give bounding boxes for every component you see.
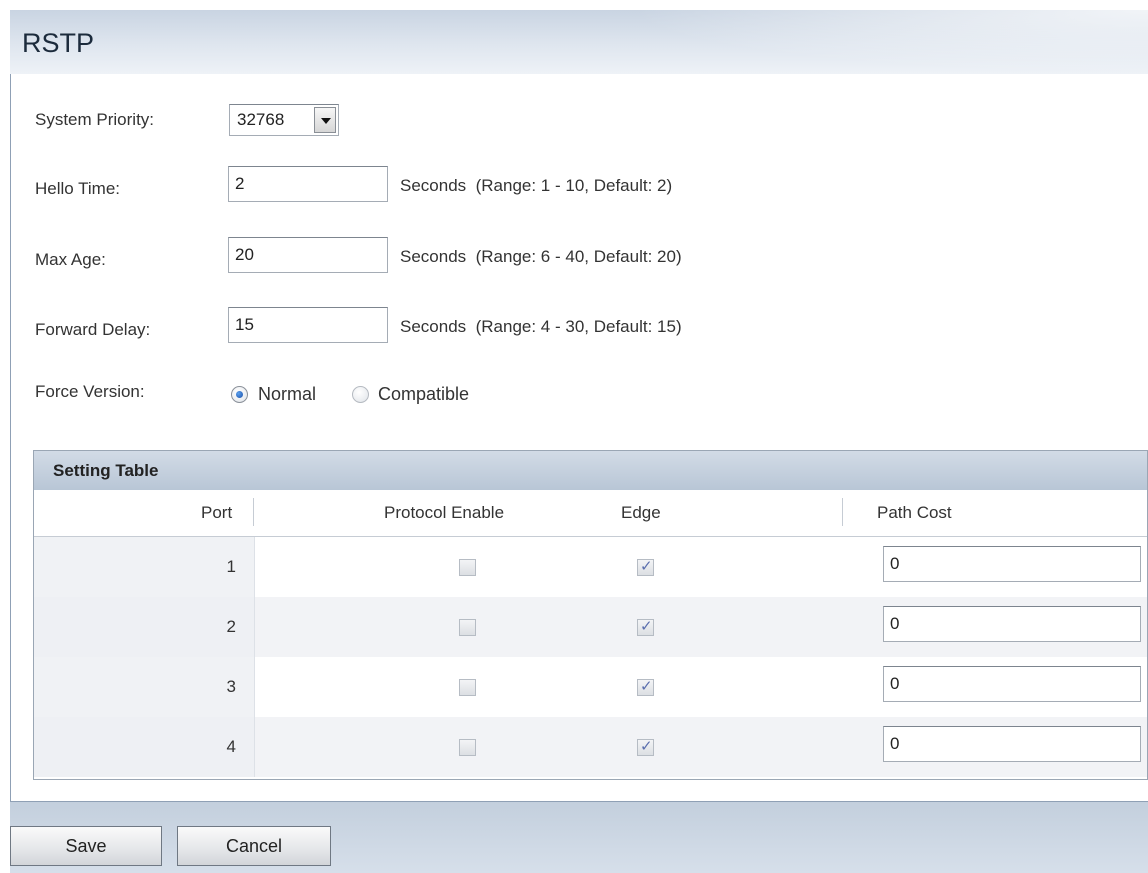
edge-checkbox[interactable] <box>637 557 654 576</box>
table-row: 2 <box>34 597 1147 657</box>
column-divider <box>842 498 843 526</box>
port-number: 1 <box>226 557 236 576</box>
forward-delay-help: Seconds (Range: 4 - 30, Default: 15) <box>400 317 682 336</box>
column-header-port: Port <box>201 503 233 522</box>
protocol-enable-checkbox[interactable] <box>459 559 476 576</box>
port-cell: 4 <box>34 717 255 777</box>
system-priority-select[interactable]: 32768 <box>229 104 339 136</box>
max-age-help: Seconds (Range: 6 - 40, Default: 20) <box>400 247 682 266</box>
protocol-enable-checkbox[interactable] <box>459 619 476 636</box>
port-cell: 2 <box>34 597 255 657</box>
path-cost-input[interactable] <box>883 546 1141 582</box>
protocol-enable-checkbox[interactable] <box>459 739 476 756</box>
forward-delay-input[interactable] <box>228 307 388 343</box>
cancel-button[interactable]: Cancel <box>177 826 331 866</box>
hello-time-input[interactable] <box>228 166 388 202</box>
port-cell: 3 <box>34 657 255 717</box>
setting-table: Setting Table Port Protocol Enable Edge … <box>33 450 1148 780</box>
column-divider <box>253 498 254 526</box>
column-header-protocol-enable: Protocol Enable <box>384 503 505 522</box>
force-version-compatible-radio[interactable] <box>352 386 369 403</box>
port-number: 2 <box>226 617 236 636</box>
forward-delay-label: Forward Delay: <box>35 320 151 339</box>
path-cost-input[interactable] <box>883 606 1141 642</box>
table-row: 4 <box>34 717 1147 777</box>
force-version-normal-label[interactable]: Normal <box>258 384 316 405</box>
force-version-label: Force Version: <box>35 382 145 401</box>
table-row: 1 <box>34 537 1147 597</box>
edge-checkbox[interactable] <box>637 677 654 696</box>
port-number: 3 <box>226 677 236 696</box>
path-cost-input[interactable] <box>883 666 1141 702</box>
edge-checkbox[interactable] <box>637 737 654 756</box>
save-button[interactable]: Save <box>10 826 162 866</box>
hello-time-help: Seconds (Range: 1 - 10, Default: 2) <box>400 176 673 195</box>
path-cost-input[interactable] <box>883 726 1141 762</box>
setting-table-title: Setting Table <box>53 461 159 480</box>
hello-time-label: Hello Time: <box>35 179 121 198</box>
max-age-input[interactable] <box>228 237 388 273</box>
column-header-edge: Edge <box>621 503 661 522</box>
table-header-row: Port Protocol Enable Edge Path Cost <box>34 490 1147 537</box>
column-header-path-cost: Path Cost <box>877 503 952 522</box>
system-priority-value: 32768 <box>237 110 285 129</box>
edge-checkbox[interactable] <box>637 617 654 636</box>
system-priority-label: System Priority: <box>35 110 155 129</box>
port-cell: 1 <box>34 537 255 597</box>
page-title: RSTP <box>22 28 95 58</box>
force-version-normal-radio[interactable] <box>231 386 248 403</box>
page-header: RSTP <box>10 10 1148 74</box>
button-bar: Save Cancel <box>10 802 1148 873</box>
max-age-label: Max Age: <box>35 250 106 269</box>
protocol-enable-checkbox[interactable] <box>459 679 476 696</box>
chevron-down-icon[interactable] <box>314 107 336 133</box>
force-version-compatible-label[interactable]: Compatible <box>378 384 469 405</box>
table-row: 3 <box>34 657 1147 717</box>
setting-table-title-bar: Setting Table <box>34 451 1147 491</box>
port-number: 4 <box>226 737 236 756</box>
